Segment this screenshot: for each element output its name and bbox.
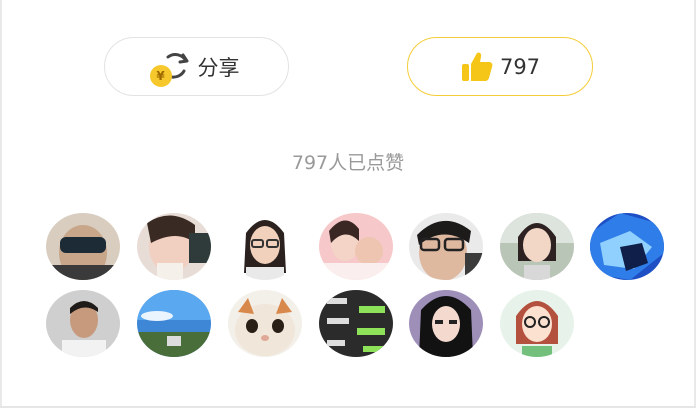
share-button-label: 分享 [197,55,240,80]
avatar-user-13[interactable] [500,290,574,357]
avatar-user-10[interactable] [228,290,302,357]
avatar-user-7[interactable] [590,213,664,280]
likes-summary-text: 797人已点赞 [291,152,405,174]
avatar-user-5[interactable] [409,213,483,280]
avatar-user-6[interactable] [500,213,574,280]
avatar-user-8[interactable] [46,290,120,357]
avatar-user-9[interactable] [137,290,211,357]
avatar-user-12[interactable] [409,290,483,357]
like-button[interactable]: 797 [407,37,593,96]
avatar-user-11[interactable] [319,290,393,357]
frame-left-border [0,0,2,408]
avatar-user-2[interactable] [137,213,211,280]
share-refresh-icon: ¥ [149,47,192,87]
avatar-user-4[interactable] [319,213,393,280]
like-count: 797 [499,54,541,79]
avatar-user-1[interactable] [46,213,120,280]
coin-icon: ¥ [149,64,172,87]
avatar-user-3[interactable] [228,213,302,280]
share-button[interactable]: ¥ 分享 [104,37,289,96]
thumbs-up-icon [460,51,494,83]
